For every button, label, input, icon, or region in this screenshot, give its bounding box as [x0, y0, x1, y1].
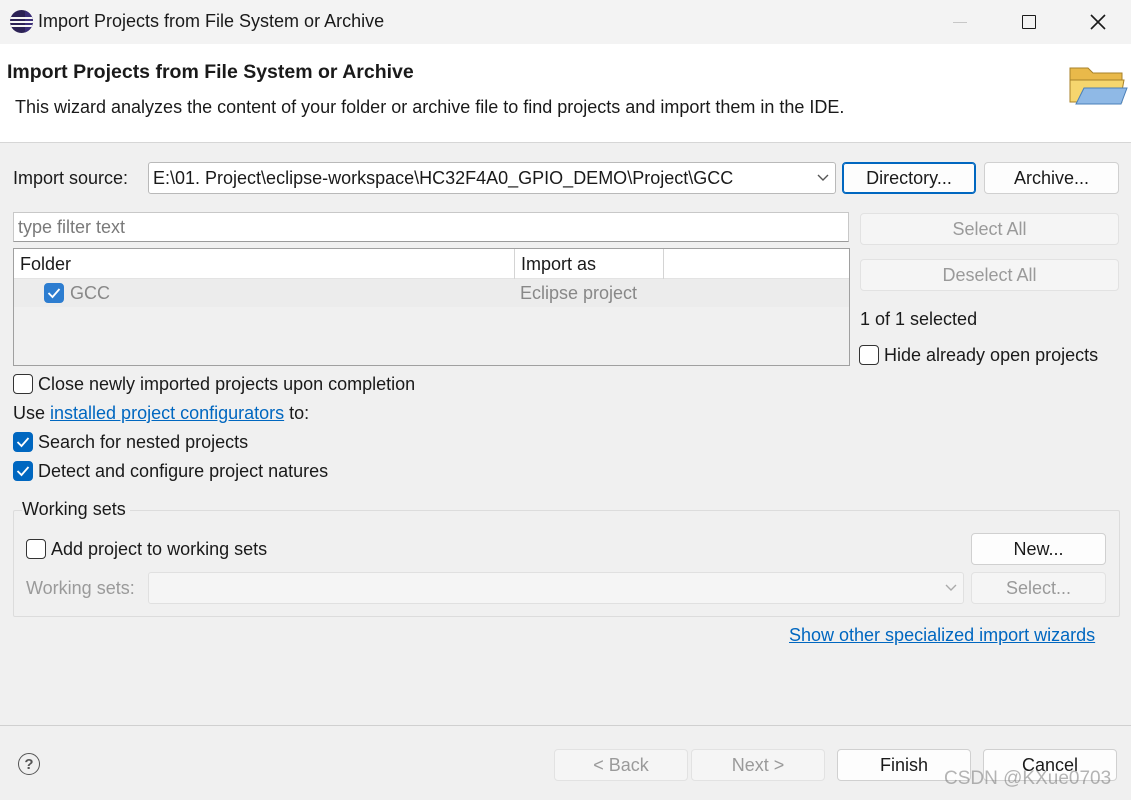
next-button[interactable]: Next > — [691, 749, 825, 781]
close-button[interactable] — [1063, 0, 1131, 44]
chevron-down-icon — [939, 584, 963, 592]
minimize-button[interactable] — [925, 0, 995, 44]
filter-input-box[interactable] — [13, 212, 849, 242]
close-after-import-checkbox[interactable] — [13, 374, 33, 394]
row-checkbox[interactable] — [44, 283, 64, 303]
detect-natures-checkbox[interactable] — [13, 461, 33, 481]
directory-button[interactable]: Directory... — [842, 162, 976, 194]
configurators-line: Use installed project configurators to: — [13, 403, 309, 424]
close-after-import-label: Close newly imported projects upon compl… — [38, 374, 416, 394]
table-row[interactable]: GCC Eclipse project — [14, 279, 849, 307]
table-header: Folder Import as — [14, 249, 849, 279]
new-working-set-button[interactable]: New... — [971, 533, 1106, 565]
header-divider — [0, 142, 1131, 143]
help-icon[interactable]: ? — [18, 753, 40, 775]
archive-button[interactable]: Archive... — [984, 162, 1119, 194]
watermark: CSDN @KXue0703 — [944, 768, 1112, 789]
working-sets-combo[interactable] — [148, 572, 964, 604]
hide-open-label: Hide already open projects — [884, 345, 1099, 365]
detect-natures-label: Detect and configure project natures — [38, 461, 329, 481]
projects-table: Folder Import as GCC Eclipse project — [13, 248, 850, 366]
row-checkbox-wrap — [44, 279, 64, 307]
window-title: Import Projects from File System or Arch… — [38, 11, 385, 31]
hide-open-checkbox[interactable] — [859, 345, 879, 365]
import-source-combo[interactable]: E:\01. Project\eclipse-workspace\HC32F4A… — [148, 162, 836, 194]
maximize-icon — [1022, 15, 1036, 29]
minimize-icon — [953, 21, 967, 23]
column-folder[interactable]: Folder — [14, 249, 515, 279]
maximize-button[interactable] — [994, 0, 1064, 44]
folder-icon — [1069, 67, 1128, 105]
deselect-all-button[interactable]: Deselect All — [860, 259, 1119, 291]
select-all-button[interactable]: Select All — [860, 213, 1119, 245]
checkmark-icon — [16, 466, 30, 477]
back-button[interactable]: < Back — [554, 749, 688, 781]
add-to-working-sets-checkbox[interactable] — [26, 539, 46, 559]
eclipse-icon — [10, 10, 33, 33]
footer-divider — [0, 725, 1131, 726]
import-source-label: Import source: — [13, 168, 129, 188]
use-suffix: to: — [284, 403, 310, 423]
search-nested-checkbox[interactable] — [13, 432, 33, 452]
specialized-wizards-link[interactable]: Show other specialized import wizards — [789, 625, 1095, 646]
row-folder-name: GCC — [70, 282, 110, 303]
row-import-as: Eclipse project — [520, 282, 638, 303]
use-prefix: Use — [13, 403, 51, 423]
filter-input[interactable] — [18, 216, 848, 238]
checkmark-icon — [47, 288, 61, 299]
select-working-set-button[interactable]: Select... — [971, 572, 1106, 604]
working-sets-label: Working sets: — [26, 578, 135, 598]
configurators-link[interactable]: installed project configurators — [50, 403, 284, 423]
add-to-working-sets-label: Add project to working sets — [51, 539, 268, 559]
selection-count: 1 of 1 selected — [860, 309, 978, 329]
import-source-value: E:\01. Project\eclipse-workspace\HC32F4A… — [153, 167, 734, 188]
wizard-header — [0, 44, 1131, 142]
chevron-down-icon — [811, 174, 835, 182]
column-import-as[interactable]: Import as — [515, 249, 664, 279]
page-description: This wizard analyzes the content of your… — [15, 97, 845, 117]
working-sets-title: Working sets — [22, 499, 130, 520]
search-nested-label: Search for nested projects — [38, 432, 249, 452]
checkmark-icon — [16, 437, 30, 448]
close-icon — [1090, 14, 1106, 30]
page-title: Import Projects from File System or Arch… — [7, 61, 414, 83]
